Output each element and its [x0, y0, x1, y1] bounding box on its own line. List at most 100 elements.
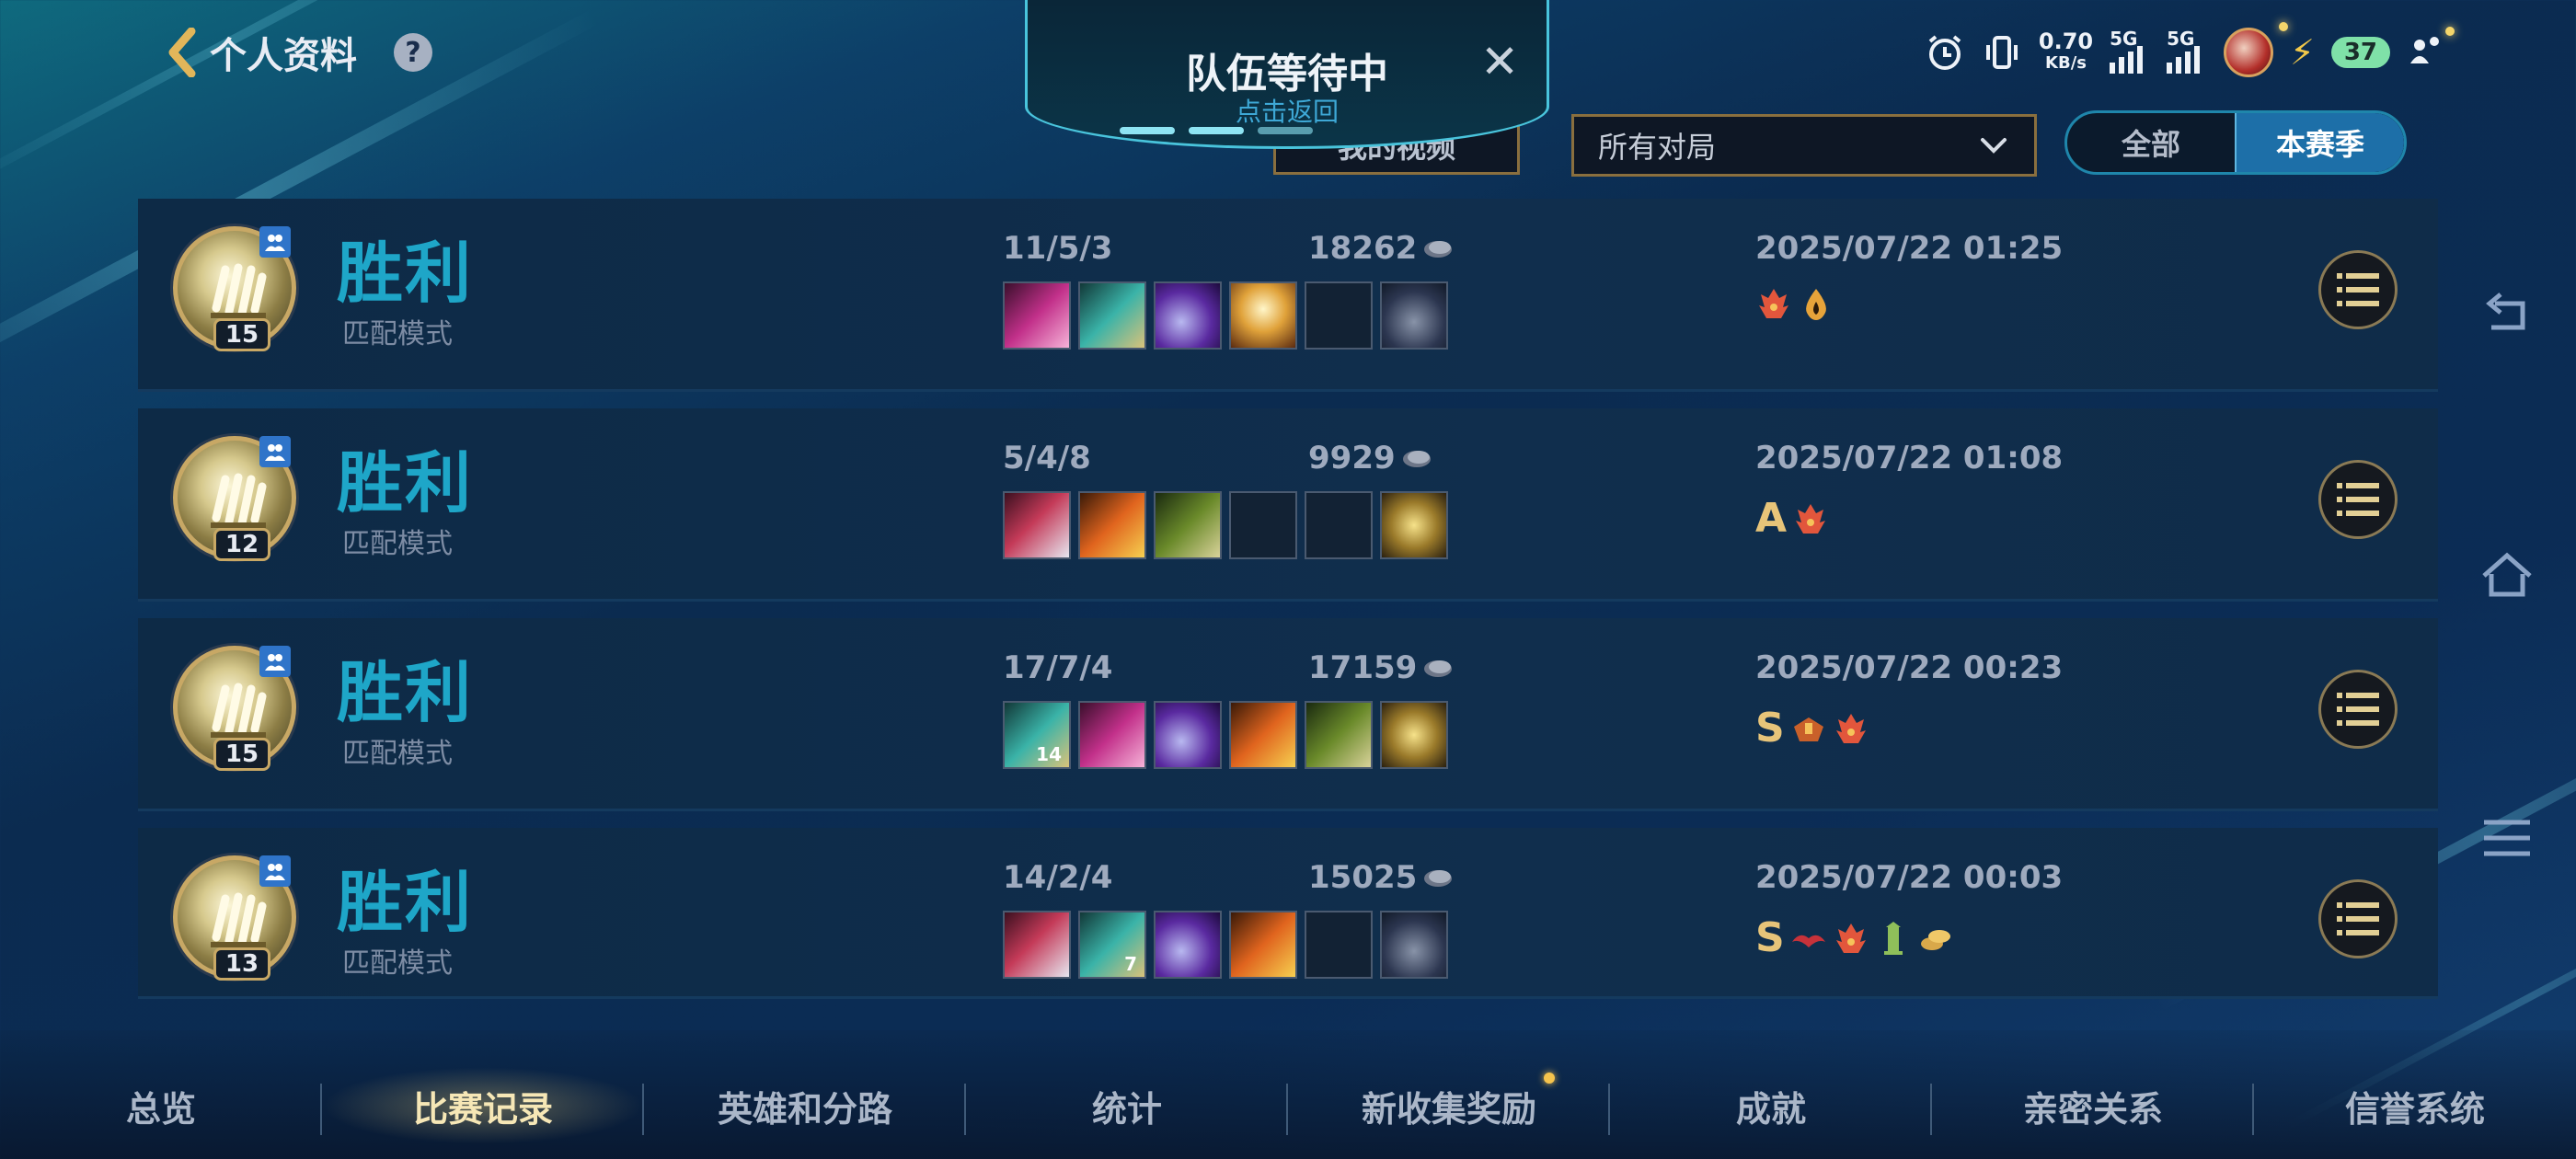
item-icon[interactable] — [1380, 491, 1448, 559]
tab-3[interactable]: 统计 — [966, 1067, 1288, 1144]
team-icon — [259, 226, 291, 258]
item-icon[interactable] — [1380, 701, 1448, 769]
gold-value: 18262 — [1308, 230, 1418, 267]
match-filter-dropdown[interactable]: 所有对局 — [1571, 114, 2037, 177]
team-icon — [259, 646, 291, 677]
gold-coin-icon — [1424, 660, 1453, 677]
tab-1[interactable]: 比赛记录 — [322, 1067, 644, 1144]
coins-gold-badge-icon — [1920, 929, 1950, 950]
item-icon[interactable] — [1003, 491, 1071, 559]
gold-value: 17159 — [1308, 649, 1418, 686]
item-slots: 14 — [1003, 701, 1448, 769]
item-icon[interactable] — [1078, 491, 1146, 559]
empty-item-slot[interactable] — [1305, 281, 1373, 350]
gold-earned: 9929 — [1308, 440, 1432, 476]
signal-icon: 5G — [2110, 28, 2150, 74]
tab-4[interactable]: 新收集奖励 — [1288, 1067, 1610, 1144]
close-icon[interactable]: ✕ — [1480, 39, 1519, 85]
empty-item-slot[interactable] — [1229, 491, 1297, 559]
match-mode: 匹配模式 — [342, 528, 453, 560]
tab-0[interactable]: 总览 — [0, 1067, 322, 1144]
item-icon[interactable] — [1078, 281, 1146, 350]
match-mode: 匹配模式 — [342, 947, 453, 980]
beast-orange-badge-icon — [1793, 717, 1823, 741]
match-grade: S — [1755, 914, 1785, 961]
item-icon[interactable] — [1229, 701, 1297, 769]
item-icon[interactable] — [1154, 701, 1222, 769]
match-grade: A — [1755, 495, 1788, 542]
match-result: 胜利 — [337, 444, 474, 522]
menu-icon[interactable] — [2478, 809, 2536, 866]
empty-item-slot[interactable] — [1305, 911, 1373, 979]
item-icon[interactable]: 7 — [1078, 911, 1146, 979]
battery-indicator: 37 — [2330, 37, 2390, 68]
notification-dot — [1544, 1073, 1555, 1084]
queue-panel[interactable]: 队伍等待中 点击返回 ✕ — [1025, 0, 1549, 149]
match-result: 胜利 — [337, 235, 474, 312]
network-type-1: 5G — [2110, 28, 2138, 50]
speed-unit: KB/s — [2045, 53, 2087, 73]
queue-title: 队伍等待中 — [1186, 51, 1388, 98]
status-bar: 0.70 KB/s 5G 5G ⚡ 37 — [1925, 22, 2455, 77]
tab-6[interactable]: 亲密关系 — [1932, 1067, 2254, 1144]
item-icon[interactable] — [1154, 911, 1222, 979]
speed-value: 0.70 — [2038, 29, 2094, 54]
match-detail-button[interactable] — [2318, 250, 2398, 329]
alarm-icon — [1928, 35, 1961, 70]
item-icon[interactable] — [1305, 701, 1373, 769]
match-date: 2025/07/22 00:23 — [1755, 649, 2064, 686]
match-mode: 匹配模式 — [342, 738, 453, 770]
item-icon[interactable] — [1229, 281, 1297, 350]
flame-red-badge-icon — [1796, 503, 1826, 534]
flame-red-badge-icon — [1835, 713, 1866, 743]
item-icon[interactable] — [1380, 281, 1448, 350]
item-slots — [1003, 281, 1448, 350]
seg-current-season[interactable]: 本赛季 — [2235, 113, 2404, 172]
vibrate-icon — [1985, 36, 2018, 69]
tab-7[interactable]: 信誉系统 — [2254, 1067, 2576, 1144]
season-toggle[interactable]: 全部 本赛季 — [2064, 110, 2407, 175]
back-arrow-icon[interactable] — [2478, 287, 2536, 344]
seg-all[interactable]: 全部 — [2067, 113, 2235, 172]
match-detail-button[interactable] — [2318, 879, 2398, 958]
party-icon[interactable] — [2407, 30, 2447, 71]
queue-return-link[interactable]: 点击返回 — [1028, 92, 1547, 129]
match-result: 胜利 — [337, 864, 474, 941]
item-icon[interactable] — [1154, 491, 1222, 559]
gold-coin-icon — [1424, 870, 1453, 887]
tab-5[interactable]: 成就 — [1610, 1067, 1932, 1144]
match-detail-button[interactable] — [2318, 670, 2398, 749]
bottom-tabs: 总览 比赛记录 英雄和分路 统计 新收集奖励 成就 亲密关系 信誉系统 — [0, 1067, 2576, 1144]
help-icon[interactable]: ? — [394, 33, 432, 72]
signal-icon: 5G — [2167, 28, 2207, 74]
match-row[interactable]: 12 胜利 匹配模式 5/4/8 9929 2025/07/22 01:08 A — [138, 408, 2438, 602]
empty-item-slot[interactable] — [1305, 491, 1373, 559]
item-icon[interactable] — [1229, 911, 1297, 979]
match-row[interactable]: 15 胜利 匹配模式 17/7/4 17159 14 2025/07/22 00… — [138, 618, 2438, 811]
flame-red-badge-icon — [1759, 289, 1788, 318]
tab-2[interactable]: 英雄和分路 — [644, 1067, 966, 1144]
list-icon — [2337, 902, 2379, 935]
home-icon[interactable] — [2478, 548, 2536, 605]
flame-red-badge-icon — [1835, 923, 1866, 953]
charging-icon: ⚡ — [2290, 32, 2315, 73]
match-row[interactable]: 13 胜利 匹配模式 14/2/4 15025 7 2025/07/22 00:… — [138, 828, 2438, 999]
match-row[interactable]: 15 胜利 匹配模式 11/5/3 18262 2025/07/22 01:25 — [138, 199, 2438, 392]
item-icon[interactable] — [1380, 911, 1448, 979]
back-button[interactable]: 个人资料 — [166, 26, 357, 79]
page-title: 个人资料 — [210, 35, 357, 77]
avatar[interactable] — [2224, 28, 2274, 77]
match-detail-button[interactable] — [2318, 460, 2398, 539]
gold-earned: 18262 — [1308, 230, 1454, 267]
item-icon[interactable] — [1154, 281, 1222, 350]
chevron-down-icon — [1981, 138, 2007, 154]
item-icon[interactable] — [1003, 911, 1071, 979]
match-date: 2025/07/22 01:08 — [1755, 440, 2064, 476]
item-icon[interactable] — [1003, 281, 1071, 350]
match-filter-value: 所有对局 — [1598, 130, 1717, 165]
item-icon[interactable]: 14 — [1003, 701, 1071, 769]
item-icon[interactable] — [1078, 701, 1146, 769]
match-badges — [1755, 285, 1834, 322]
match-date: 2025/07/22 01:25 — [1755, 230, 2064, 267]
match-list: 15 胜利 匹配模式 11/5/3 18262 2025/07/22 01:25 — [138, 199, 2438, 999]
